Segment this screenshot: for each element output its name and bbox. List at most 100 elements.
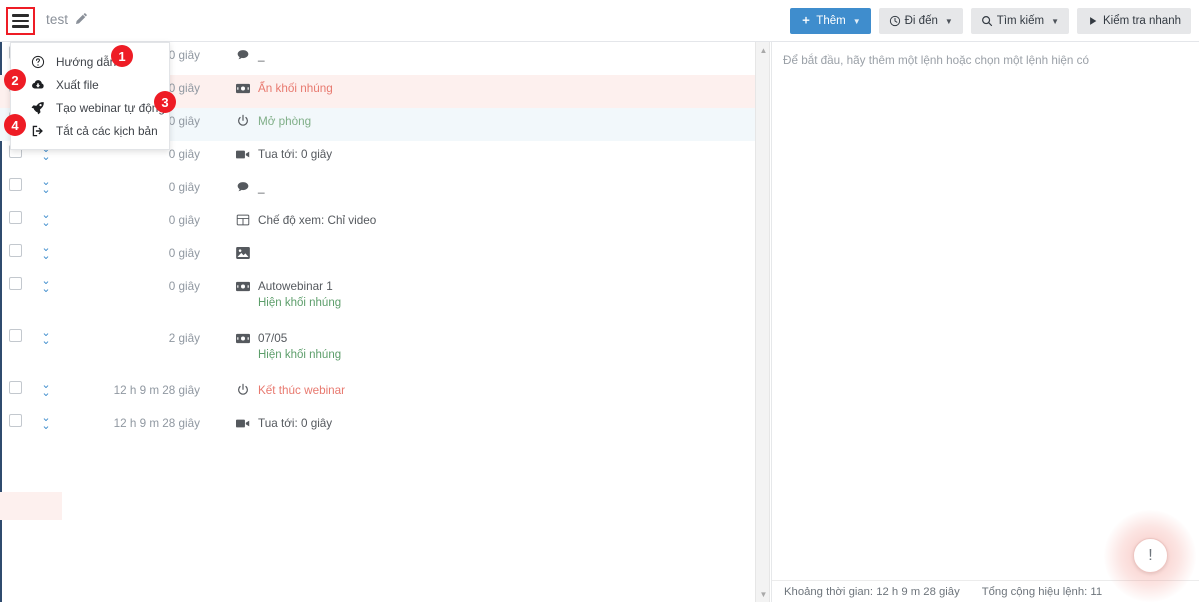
row-move-cell[interactable]: ⌄⌄ xyxy=(30,410,62,432)
row-move-cell[interactable]: ⌄⌄ xyxy=(30,240,62,262)
row-move-cell[interactable]: ⌄⌄ xyxy=(30,174,62,196)
menu-item-2[interactable]: Xuất file xyxy=(11,73,169,96)
caret-up-icon[interactable]: ▲ xyxy=(756,43,771,57)
table-row[interactable]: ⌄ ⌄ 0 giây Chế độ xem: Chỉ video xyxy=(0,207,755,240)
table-row[interactable]: ⌄ ⌄ 12 h 9 m 28 giây Tua tới: 0 giây xyxy=(0,410,755,443)
question-circle-icon xyxy=(31,55,45,69)
alert-fab-button[interactable]: ! xyxy=(1133,538,1168,573)
row-label: Mở phòng xyxy=(258,114,312,128)
show-embed-block-link[interactable]: Hiện khối nhúng xyxy=(236,297,755,309)
row-label: Kết thúc webinar xyxy=(258,383,346,397)
double-chevron-down-icon[interactable]: ⌄⌄ xyxy=(41,210,50,229)
table-row[interactable]: ⌄⌄ 0 giây _ xyxy=(0,174,755,207)
timeline-scrollbar[interactable]: ▲ ▼ xyxy=(755,42,770,602)
row-label: Chế độ xem: Chỉ video xyxy=(258,213,377,227)
video-camera-icon xyxy=(236,416,250,430)
annotation-marker-4: 4 xyxy=(4,114,26,136)
row-checkbox-cell[interactable] xyxy=(0,377,30,394)
double-chevron-down-icon[interactable]: ⌄⌄ xyxy=(41,276,50,295)
search-icon xyxy=(981,15,993,27)
row-label: Tua tới: 0 giây xyxy=(258,147,333,161)
double-chevron-down-icon[interactable]: ⌄⌄ xyxy=(41,177,50,196)
row-checkbox-cell[interactable] xyxy=(0,325,30,342)
chevron-down-icon: ▼ xyxy=(944,16,953,26)
row-checkbox[interactable] xyxy=(8,414,22,427)
row-checkbox[interactable] xyxy=(8,381,22,394)
total-duration-label: Khoảng thời gian: 12 h 9 m 28 giây xyxy=(784,585,960,598)
row-label: _ xyxy=(258,48,265,62)
row-main-line: _ xyxy=(236,180,755,194)
rocket-icon xyxy=(31,101,45,115)
add-button[interactable]: Thêm ▼ xyxy=(790,8,871,34)
row-move-cell[interactable]: ⌄⌄ xyxy=(30,273,62,295)
row-move-cell[interactable]: ⌄⌄ xyxy=(30,325,62,347)
row-checkbox-cell[interactable] xyxy=(0,410,30,427)
table-row[interactable]: ⌄ ⌄ 0 giây Autowebinar 1 Hiện khối nhúng xyxy=(0,273,755,325)
grid-layout-icon xyxy=(236,213,250,227)
row-main-line: Ẩn khối nhúng xyxy=(236,81,755,95)
top-bar: test Thêm ▼ Đi đến ▼ Tìm kiếm ▼ Kiểm tra… xyxy=(0,0,1199,42)
row-time: 2 giây xyxy=(168,332,200,345)
quick-check-button[interactable]: Kiểm tra nhanh xyxy=(1077,8,1191,34)
row-main-line: _ xyxy=(236,48,755,62)
play-icon xyxy=(1087,15,1099,27)
row-checkbox[interactable] xyxy=(8,178,22,191)
double-chevron-down-icon[interactable]: ⌄⌄ xyxy=(41,243,50,262)
row-checkbox[interactable] xyxy=(8,244,22,257)
double-chevron-down-icon[interactable]: ⌄⌄ xyxy=(41,380,50,399)
table-row[interactable]: ⌄ ⌄ 2 giây 07/05 Hiện khối nhúng xyxy=(0,325,755,377)
row-main-line: Kết thúc webinar xyxy=(236,383,755,397)
page-title: test xyxy=(46,12,69,27)
row-label: 07/05 xyxy=(258,331,288,345)
power-icon xyxy=(236,383,250,397)
row-main-line: 07/05 xyxy=(236,331,755,345)
row-move-cell[interactable]: ⌄⌄ xyxy=(30,207,62,229)
row-checkbox[interactable] xyxy=(8,211,22,224)
row-body xyxy=(210,240,755,260)
row-body: Tua tới: 0 giây xyxy=(210,410,755,430)
power-icon xyxy=(236,114,250,128)
toolbar: Thêm ▼ Đi đến ▼ Tìm kiếm ▼ Kiểm tra nhan… xyxy=(790,8,1191,34)
quick-check-button-label: Kiểm tra nhanh xyxy=(1103,15,1181,27)
chevron-down-icon: ▼ xyxy=(852,16,861,26)
row-body: Kết thúc webinar xyxy=(210,377,755,397)
cloud-download-icon xyxy=(31,78,45,92)
goto-button[interactable]: Đi đến ▼ xyxy=(878,8,963,34)
app-root: test Thêm ▼ Đi đến ▼ Tìm kiếm ▼ Kiểm tra… xyxy=(0,0,1199,602)
row-highlight-stub xyxy=(0,492,62,520)
row-checkbox[interactable] xyxy=(8,277,22,290)
goto-button-label: Đi đến xyxy=(904,15,938,27)
clock-icon xyxy=(889,15,901,27)
row-body: Chế độ xem: Chỉ video xyxy=(210,207,755,227)
row-main-line: Autowebinar 1 xyxy=(236,279,755,293)
search-button[interactable]: Tìm kiếm ▼ xyxy=(970,8,1069,34)
video-camera-icon xyxy=(236,147,250,161)
row-move-cell[interactable]: ⌄⌄ xyxy=(30,377,62,399)
row-time: 0 giây xyxy=(168,247,200,260)
row-label: Autowebinar 1 xyxy=(258,279,333,293)
row-checkbox-cell[interactable] xyxy=(0,174,30,191)
show-embed-block-link[interactable]: Hiện khối nhúng xyxy=(236,349,755,361)
plus-icon xyxy=(800,15,812,27)
double-chevron-down-icon[interactable]: ⌄⌄ xyxy=(41,328,50,347)
pencil-icon[interactable] xyxy=(75,12,88,25)
row-checkbox-cell[interactable] xyxy=(0,207,30,224)
row-body: Ẩn khối nhúng xyxy=(210,75,755,95)
row-checkbox-cell[interactable] xyxy=(0,240,30,257)
menu-item-4[interactable]: Tắt cả các kịch bản xyxy=(11,119,169,142)
row-time: 0 giây xyxy=(168,280,200,293)
menu-item-3[interactable]: Tạo webinar tự động xyxy=(11,96,169,119)
hamburger-menu-button[interactable] xyxy=(6,7,35,35)
main-dropdown-menu: Hướng dẫn Xuất file Tạo webinar tự động Tắt… xyxy=(10,42,170,150)
row-checkbox-cell[interactable] xyxy=(0,273,30,290)
table-row[interactable]: ⌄ ⌄ 12 h 9 m 28 giây Kết thúc webinar xyxy=(0,377,755,410)
menu-item-1[interactable]: Hướng dẫn xyxy=(11,50,169,73)
row-time: 0 giây xyxy=(168,181,200,194)
row-body: Tua tới: 0 giây xyxy=(210,141,755,161)
table-row[interactable]: ⌄ ⌄ 0 giây xyxy=(0,240,755,273)
double-chevron-down-icon[interactable]: ⌄⌄ xyxy=(41,413,50,432)
row-checkbox[interactable] xyxy=(8,329,22,342)
row-main-line: Tua tới: 0 giây xyxy=(236,416,755,430)
caret-down-icon[interactable]: ▼ xyxy=(756,587,771,601)
row-time: 12 h 9 m 28 giây xyxy=(113,384,200,397)
